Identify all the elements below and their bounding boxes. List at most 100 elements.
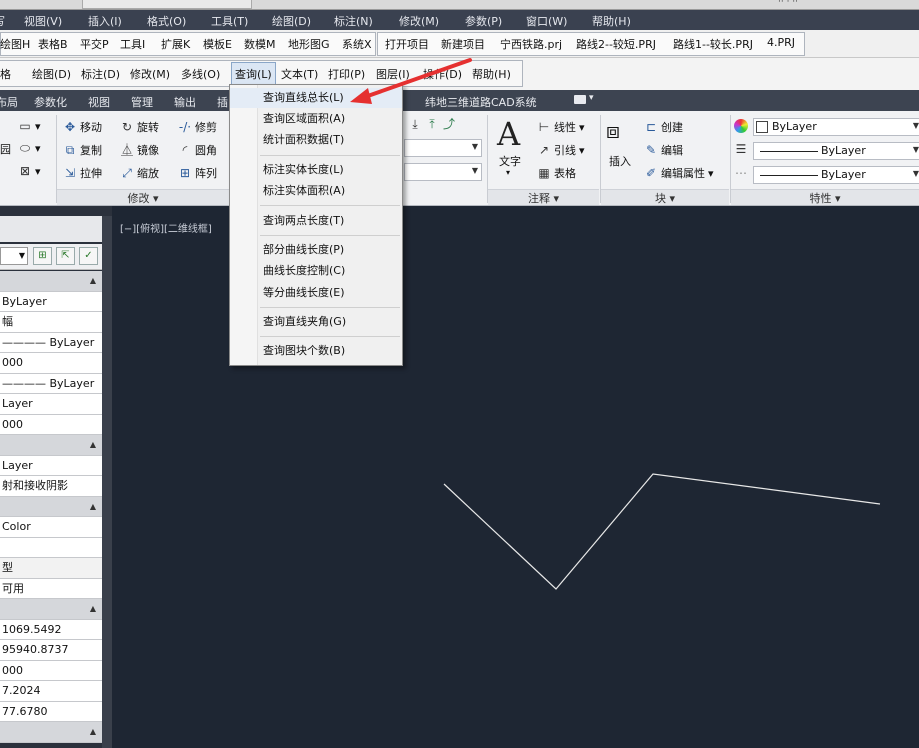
toolbar2-help[interactable]: 帮助(H) <box>472 66 511 82</box>
new-project-button[interactable]: 新建项目 <box>441 36 485 52</box>
property-section-header[interactable]: ▲ <box>0 496 102 517</box>
collapse-icon[interactable]: ▲ <box>90 722 96 742</box>
toolbar1-extend[interactable]: 扩展K <box>161 36 190 52</box>
rectangle-icon[interactable]: ▭ ▾ <box>18 119 40 133</box>
toolbar1-system[interactable]: 系统X <box>342 36 372 52</box>
quick-select-icon[interactable]: ✓ <box>79 247 98 265</box>
collapse-icon[interactable]: ▲ <box>90 271 96 291</box>
property-row[interactable]: Color <box>0 517 102 538</box>
property-row[interactable]: 型 <box>0 558 102 579</box>
toolbar1-table[interactable]: 表格B <box>38 36 68 52</box>
menu-item-draw[interactable]: 绘图(D) <box>272 13 311 29</box>
tab-road-system[interactable]: 纬地三维道路CAD系统 <box>425 94 537 110</box>
property-row[interactable]: 000 <box>0 353 102 374</box>
menu-query-block-count[interactable]: 查询图块个数(B) <box>230 341 402 361</box>
toolbar1-tools[interactable]: 工具I <box>120 36 145 52</box>
polyline-entity[interactable] <box>443 473 881 590</box>
leader-button[interactable]: ↗ 引线 ▾ <box>537 142 585 158</box>
menu-area-statistics[interactable]: 统计面积数据(T) <box>230 130 402 150</box>
property-section-header[interactable]: ▲ <box>0 435 102 456</box>
menu-item-window[interactable]: 窗口(W) <box>526 13 567 29</box>
property-row[interactable]: 可用 <box>0 578 102 599</box>
panel-toggle-icon[interactable] <box>574 95 586 104</box>
mirror-button[interactable]: ⏅ 镜像 <box>120 142 159 158</box>
insert-block-icon[interactable]: ⧈ <box>606 119 620 144</box>
recent-project-1[interactable]: 宁西铁路.prj <box>500 36 562 52</box>
color-wheel-icon[interactable] <box>734 119 748 133</box>
array-button[interactable]: ⊞ 阵列 <box>178 165 217 181</box>
toolbar2-draw[interactable]: 绘图(D) <box>32 66 71 82</box>
property-row[interactable]: 射和接收阴影 <box>0 476 102 497</box>
lineweight-combo[interactable]: ByLayer ▼ <box>753 142 919 160</box>
toolbar2-modify[interactable]: 修改(M) <box>130 66 170 82</box>
linetype-combo[interactable]: ByLayer ▼ <box>753 166 919 184</box>
layer-combo-1[interactable]: ▼ <box>404 139 482 157</box>
recent-project-3[interactable]: 路线1--较长.PRJ <box>673 36 753 52</box>
toolbar2-layer[interactable]: 图层(I) <box>376 66 410 82</box>
create-block-button[interactable]: ⊏ 创建 <box>644 119 683 135</box>
property-row[interactable]: ———— ByLayer <box>0 332 102 353</box>
copy-button[interactable]: ⧉ 复制 <box>63 142 102 158</box>
collapse-icon[interactable]: ▲ <box>90 435 96 455</box>
toolbar2-multiline[interactable]: 多线(O) <box>181 66 220 82</box>
recent-project-4[interactable]: 4.PRJ <box>767 36 795 49</box>
toolbar2-print[interactable]: 打印(P) <box>328 66 365 82</box>
menu-item-help[interactable]: 帮助(H) <box>592 13 631 29</box>
menu-item-parametric[interactable]: 参数(P) <box>465 13 502 29</box>
block-group-footer[interactable]: 块 ▾ <box>601 189 729 205</box>
select-objects-icon[interactable]: ⇱ <box>56 247 75 265</box>
fillet-button[interactable]: ◜ 圆角 <box>178 142 217 158</box>
layer-combo-2[interactable]: ▼ <box>404 163 482 181</box>
property-row[interactable]: 95940.8737 <box>0 640 102 661</box>
menu-curve-length-control[interactable]: 曲线长度控制(C) <box>230 261 402 281</box>
text-button-label[interactable]: 文字 <box>499 153 521 169</box>
toolbar2-item-0[interactable]: 格 <box>0 66 11 82</box>
property-row[interactable]: 7.2024 <box>0 681 102 702</box>
linear-dim-button[interactable]: ⊢ 线性 ▾ <box>537 119 585 135</box>
property-row[interactable]: 幅 <box>0 312 102 333</box>
object-type-select[interactable]: ▼ <box>0 247 28 265</box>
menu-query-line-angle[interactable]: 查询直线夹角(G) <box>230 312 402 332</box>
toolbar1-draw[interactable]: 绘图H <box>0 36 30 52</box>
property-section-header[interactable]: ▲ <box>0 599 102 620</box>
toolbar1-flat[interactable]: 平交P <box>80 36 109 52</box>
layer-tool-icons[interactable]: ⤓ ⤒ ⤴ <box>408 117 456 131</box>
property-row[interactable]: 77.6780 <box>0 701 102 722</box>
property-row[interactable]: ———— ByLayer <box>0 373 102 394</box>
property-row[interactable]: Layer <box>0 394 102 415</box>
property-row[interactable] <box>0 537 102 558</box>
modify-group-footer[interactable]: 修改 ▾ <box>57 189 229 205</box>
chevron-down-icon[interactable]: ▾ <box>589 93 594 103</box>
toolbar1-template[interactable]: 模板E <box>203 36 232 52</box>
menu-item-modify[interactable]: 修改(M) <box>399 13 439 29</box>
property-row[interactable]: 1069.5492 <box>0 619 102 640</box>
menu-item-view[interactable]: 视图(V) <box>24 13 62 29</box>
tab-output[interactable]: 输出 <box>174 94 196 110</box>
tab-insert[interactable]: 插 <box>217 94 228 110</box>
menu-query-line-total-length[interactable]: 查询直线总长(L) <box>230 88 402 108</box>
toolbar2-query[interactable]: 查询(L) <box>231 62 276 86</box>
text-icon[interactable]: A <box>497 115 520 153</box>
rotate-button[interactable]: ↻ 旋转 <box>120 119 159 135</box>
palette-scrollbar[interactable] <box>102 216 112 748</box>
menu-divide-curve-length[interactable]: 等分曲线长度(E) <box>230 283 402 303</box>
menu-label-entity-area[interactable]: 标注实体面积(A) <box>230 181 402 201</box>
tab-view[interactable]: 视图 <box>88 94 110 110</box>
pickadd-icon[interactable]: ⊞ <box>33 247 52 265</box>
ellipse-icon[interactable]: ⬭ ▾ <box>18 141 41 155</box>
menu-query-region-area[interactable]: 查询区域面积(A) <box>230 109 402 129</box>
trim-button[interactable]: -/· 修剪 <box>178 119 217 135</box>
collapse-icon[interactable]: ▲ <box>90 599 96 619</box>
hatch-icon[interactable]: ⊠ ▾ <box>18 164 41 178</box>
stretch-button[interactable]: ⇲ 拉伸 <box>63 165 102 181</box>
edit-block-button[interactable]: ✎ 编辑 <box>644 142 683 158</box>
property-row[interactable]: ByLayer <box>0 291 102 312</box>
property-row[interactable]: Layer <box>0 455 102 476</box>
menu-item-tools[interactable]: 工具(T) <box>211 13 248 29</box>
annotation-group-footer[interactable]: 注释 ▾ <box>488 189 599 205</box>
property-row[interactable]: 000 <box>0 660 102 681</box>
menu-label-entity-length[interactable]: 标注实体长度(L) <box>230 160 402 180</box>
property-section-header[interactable]: ▲ <box>0 722 102 743</box>
edit-attr-button[interactable]: ✐ 编辑属性 ▾ <box>644 165 714 181</box>
collapse-icon[interactable]: ▲ <box>90 497 96 517</box>
